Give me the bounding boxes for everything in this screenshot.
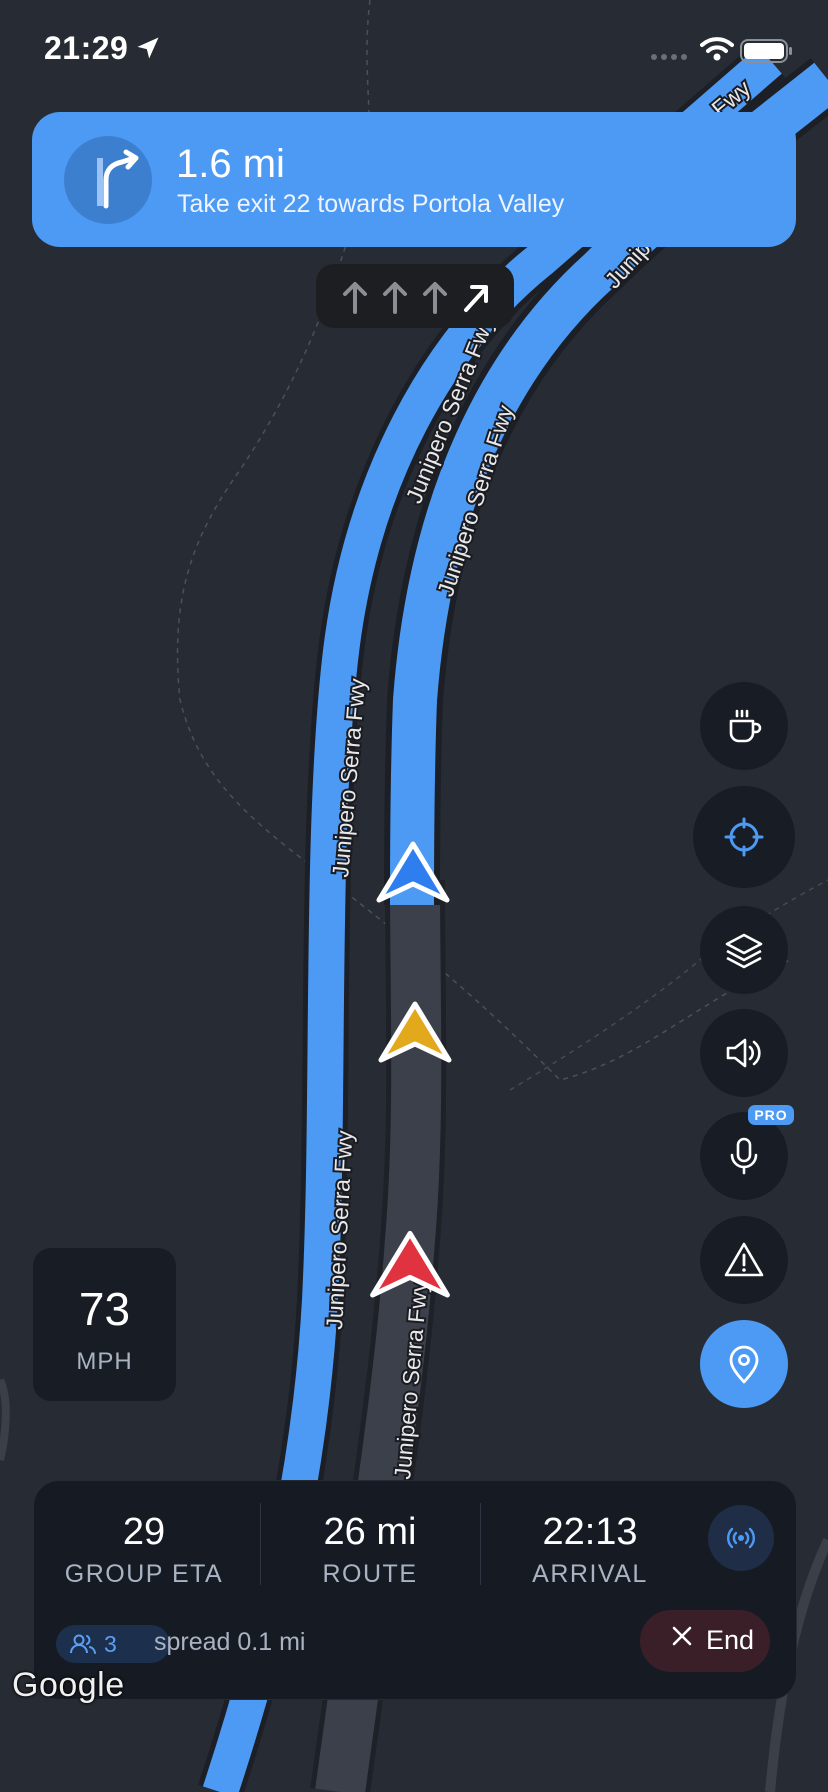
sound-button[interactable] bbox=[700, 1009, 788, 1097]
close-icon bbox=[672, 1626, 692, 1646]
group-count: 3 bbox=[104, 1631, 117, 1657]
arrival-time-value: 22:13 bbox=[542, 1511, 638, 1553]
distance-to-maneuver: 1.6 mi bbox=[176, 142, 285, 186]
share-location-button[interactable] bbox=[700, 1320, 788, 1408]
cellular-signal-icon bbox=[651, 54, 687, 60]
speaker-icon bbox=[726, 1038, 761, 1068]
battery-icon bbox=[740, 39, 792, 63]
stat-divider bbox=[260, 1503, 261, 1585]
status-bar: 21:29 bbox=[0, 0, 828, 100]
layers-icon bbox=[725, 933, 763, 969]
route-stat: 26 mi ROUTE bbox=[270, 1511, 470, 1589]
slight-right-arrow-icon bbox=[464, 285, 488, 312]
group-icon bbox=[70, 1634, 96, 1654]
recenter-button[interactable] bbox=[693, 786, 795, 888]
navigation-banner[interactable]: 1.6 mi Take exit 22 towards Portola Vall… bbox=[32, 112, 796, 247]
layers-button[interactable] bbox=[700, 906, 788, 994]
end-button-label: End bbox=[706, 1625, 755, 1655]
speed-unit: MPH bbox=[76, 1348, 133, 1375]
straight-arrow-icon bbox=[343, 282, 367, 314]
route-distance-value: 26 mi bbox=[323, 1511, 417, 1553]
broadcast-icon bbox=[727, 1527, 755, 1549]
coffee-cup-icon bbox=[729, 709, 762, 743]
location-pin-icon bbox=[729, 1345, 759, 1384]
group-eta-value: 29 bbox=[122, 1511, 166, 1553]
group-members-chip[interactable]: 3 bbox=[56, 1625, 170, 1663]
location-arrow-icon bbox=[137, 37, 159, 59]
group-eta-stat: 29 GROUP ETA bbox=[54, 1511, 234, 1589]
group-eta-label: GROUP ETA bbox=[64, 1560, 224, 1588]
end-navigation-button[interactable]: End bbox=[640, 1610, 770, 1672]
broadcast-button[interactable] bbox=[708, 1505, 774, 1571]
turn-indicator bbox=[64, 136, 152, 224]
straight-arrow-icon bbox=[383, 282, 407, 314]
pro-badge: PRO bbox=[748, 1105, 794, 1125]
crosshair-icon bbox=[724, 817, 764, 857]
maneuver-instruction: Take exit 22 towards Portola Valley bbox=[177, 190, 565, 218]
status-time: 21:29 bbox=[44, 30, 129, 66]
trip-panel: 29 GROUP ETA 26 mi ROUTE 22:13 ARRIVAL 3… bbox=[33, 1480, 797, 1700]
report-hazard-button[interactable] bbox=[700, 1216, 788, 1304]
map-attribution: Google bbox=[12, 1666, 125, 1704]
microphone-icon bbox=[730, 1137, 758, 1175]
arrival-label: ARRIVAL bbox=[532, 1560, 648, 1588]
speed-value: 73 bbox=[78, 1283, 131, 1335]
route-label: ROUTE bbox=[322, 1560, 418, 1588]
stat-divider bbox=[480, 1503, 481, 1585]
coffee-stop-button[interactable] bbox=[700, 682, 788, 770]
exit-right-icon bbox=[97, 149, 139, 209]
voice-button[interactable] bbox=[700, 1112, 788, 1200]
straight-arrow-icon bbox=[423, 282, 447, 314]
arrival-stat: 22:13 ARRIVAL bbox=[490, 1511, 690, 1589]
lane-guidance bbox=[316, 264, 514, 328]
wifi-icon bbox=[700, 37, 734, 61]
group-spread: spread 0.1 mi bbox=[154, 1628, 306, 1656]
speedometer: 73 MPH bbox=[33, 1248, 176, 1401]
warning-icon bbox=[724, 1242, 764, 1277]
